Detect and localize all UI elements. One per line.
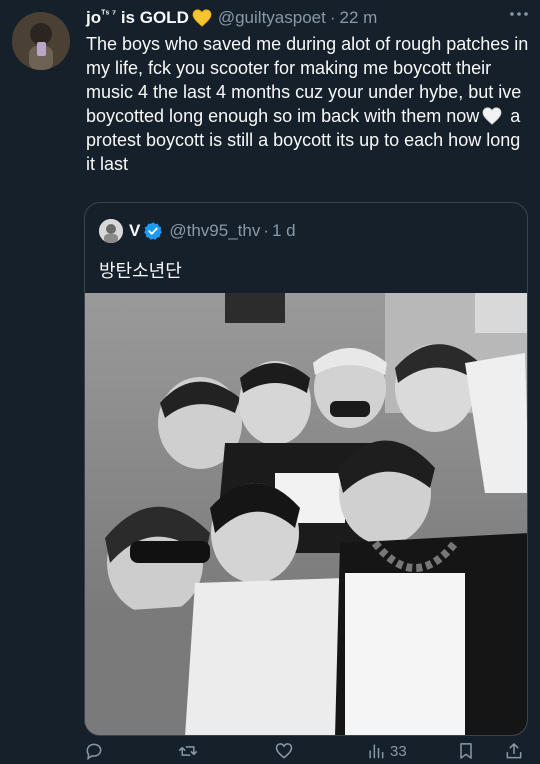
bookmark-button[interactable]	[456, 738, 476, 764]
verified-badge-icon	[144, 222, 163, 240]
white-heart-icon	[482, 107, 502, 125]
retweet-icon	[178, 746, 198, 756]
quoted-author-avatar[interactable]	[99, 219, 123, 243]
heart-icon	[275, 743, 293, 759]
views-icon	[369, 744, 384, 759]
like-button[interactable]	[274, 738, 294, 764]
share-icon	[506, 743, 522, 759]
author-handle[interactable]: @guiltyaspoet	[218, 8, 326, 28]
quoted-tweet[interactable]: V @thv95_thv · 1 d 방탄소년단	[84, 202, 528, 736]
bookmark-icon	[460, 743, 472, 759]
quoted-tweet-timestamp[interactable]: 1 d	[272, 221, 296, 241]
yellow-heart-icon	[192, 9, 212, 27]
share-button[interactable]	[504, 738, 524, 764]
quoted-tweet-header: V @thv95_thv · 1 d	[99, 219, 296, 243]
retweet-button[interactable]	[178, 738, 198, 764]
reply-icon	[86, 743, 102, 761]
quoted-tweet-photo[interactable]	[85, 293, 527, 735]
author-display-name[interactable]: joᵀˢ ⁷ is GOLD	[86, 8, 189, 28]
quoted-author-display-name[interactable]: V	[129, 221, 140, 241]
tweet-text: The boys who saved me during alot of rou…	[86, 34, 529, 174]
views-button[interactable]: 33	[366, 738, 407, 764]
separator-dot: ·	[329, 8, 336, 27]
quoted-author-handle[interactable]: @thv95_thv	[169, 221, 260, 241]
tweet[interactable]: joᵀˢ ⁷ is GOLD @guiltyaspoet · 22 m The …	[0, 0, 540, 764]
quoted-tweet-text: 방탄소년단	[99, 261, 182, 282]
author-avatar[interactable]	[12, 12, 70, 70]
tweet-actions: 33	[84, 738, 528, 764]
reply-button[interactable]	[84, 738, 104, 764]
tweet-header: joᵀˢ ⁷ is GOLD @guiltyaspoet · 22 m	[86, 4, 528, 32]
more-options-icon[interactable]	[508, 4, 530, 24]
tweet-timestamp[interactable]: 22 m	[340, 8, 378, 28]
quoted-separator-dot: ·	[263, 221, 269, 240]
views-count: 33	[390, 742, 407, 760]
